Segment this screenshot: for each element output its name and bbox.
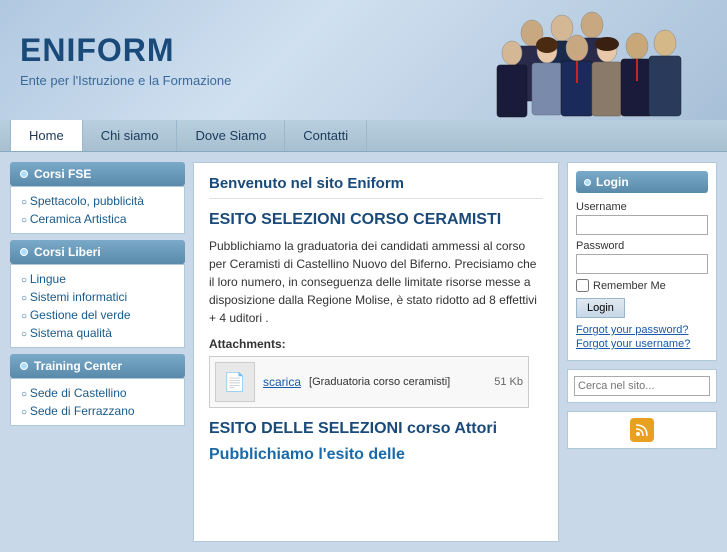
- login-box: Login Username Password Remember Me Logi…: [567, 162, 717, 361]
- attachment-icon: 📄: [215, 362, 255, 402]
- remember-label: Remember Me: [593, 280, 666, 292]
- sidebar-link[interactable]: Sede di Castellino: [21, 384, 174, 402]
- header: ENIFORM Ente per l'Istruzione e la Forma…: [0, 0, 727, 120]
- section1-text: Pubblichiamo la graduatoria dei candidat…: [209, 237, 543, 327]
- sidebar-link[interactable]: Sistema qualità: [21, 324, 174, 342]
- remember-checkbox[interactable]: [576, 279, 589, 292]
- sidebar-link[interactable]: Sistemi informatici: [21, 288, 174, 306]
- nav-item-home[interactable]: Home: [10, 120, 83, 151]
- login-header: Login: [576, 171, 708, 193]
- sidebar-links-corsi-fse: Spettacolo, pubblicitàCeramica Artistica: [10, 186, 185, 234]
- username-input[interactable]: [576, 215, 708, 235]
- sidebar-links-training-center: Sede di CastellinoSede di Ferrazzano: [10, 378, 185, 426]
- password-input[interactable]: [576, 254, 708, 274]
- attachment-download[interactable]: scarica: [263, 375, 301, 389]
- sidebar-header-corsi-liberi: Corsi Liberi: [10, 240, 185, 264]
- forgot-username-link[interactable]: Forgot your username?: [576, 338, 708, 350]
- username-label: Username: [576, 201, 708, 213]
- search-input[interactable]: [574, 376, 710, 396]
- attachment-box: 📄 scarica [Graduatoria corso ceramisti] …: [209, 356, 529, 408]
- welcome-heading: Benvenuto nel sito Eniform: [209, 175, 543, 199]
- search-box: [567, 369, 717, 403]
- login-button[interactable]: Login: [576, 298, 625, 318]
- remember-me-row: Remember Me: [576, 279, 708, 292]
- sidebar-link[interactable]: Sede di Ferrazzano: [21, 402, 174, 420]
- sidebar-link[interactable]: Lingue: [21, 270, 174, 288]
- sidebar-links-corsi-liberi: LingueSistemi informaticiGestione del ve…: [10, 264, 185, 348]
- sidebar-link[interactable]: Gestione del verde: [21, 306, 174, 324]
- header-text: ENIFORM Ente per l'Istruzione e la Forma…: [20, 32, 231, 88]
- sidebar-dot: [20, 248, 28, 256]
- sidebar-header-label: Training Center: [34, 359, 122, 373]
- nav-item-contatti[interactable]: Contatti: [285, 120, 367, 151]
- rss-box: [567, 411, 717, 449]
- section2-title: ESITO DELLE SELEZIONI corso Attori: [209, 420, 543, 438]
- login-dot: [584, 179, 591, 186]
- password-label: Password: [576, 240, 708, 252]
- sidebar-section-corsi-liberi: Corsi Liberi LingueSistemi informaticiGes…: [10, 240, 185, 348]
- attachment-name: [Graduatoria corso ceramisti]: [309, 376, 486, 388]
- nav-item-dove-siamo[interactable]: Dove Siamo: [177, 120, 285, 151]
- sidebar-header-label: Corsi FSE: [34, 167, 91, 181]
- sidebar-link[interactable]: Ceramica Artistica: [21, 210, 174, 228]
- nav-item-chi-siamo[interactable]: Chi siamo: [83, 120, 178, 151]
- right-sidebar: Login Username Password Remember Me Logi…: [567, 162, 717, 542]
- login-title: Login: [596, 175, 629, 189]
- main-layout: Corsi FSE Spettacolo, pubblicitàCeramica …: [0, 152, 727, 552]
- sidebar-dot: [20, 170, 28, 178]
- sidebar-header-corsi-fse: Corsi FSE: [10, 162, 185, 186]
- sidebar-link[interactable]: Spettacolo, pubblicità: [21, 192, 174, 210]
- site-title: ENIFORM: [20, 32, 231, 69]
- sidebar-header-training-center: Training Center: [10, 354, 185, 378]
- forgot-password-link[interactable]: Forgot your password?: [576, 324, 708, 336]
- sidebar: Corsi FSE Spettacolo, pubblicitàCeramica …: [10, 162, 185, 542]
- section1-title: ESITO SELEZIONI CORSO CERAMISTI: [209, 211, 543, 229]
- login-links: Forgot your password? Forgot your userna…: [576, 324, 708, 350]
- sidebar-dot: [20, 362, 28, 370]
- attachments-label: Attachments:: [209, 337, 543, 351]
- sidebar-section-corsi-fse: Corsi FSE Spettacolo, pubblicitàCeramica …: [10, 162, 185, 234]
- sidebar-header-label: Corsi Liberi: [34, 245, 101, 259]
- site-subtitle: Ente per l'Istruzione e la Formazione: [20, 73, 231, 88]
- sidebar-section-training-center: Training Center Sede di CastellinoSede di…: [10, 354, 185, 426]
- section3-title: Pubblichiamo l'esito delle: [209, 446, 543, 464]
- people-illustration: [492, 3, 702, 118]
- content-area: Benvenuto nel sito Eniform ESITO SELEZIO…: [193, 162, 559, 542]
- header-image: [487, 0, 707, 120]
- attachment-size: 51 Kb: [494, 376, 523, 388]
- rss-icon[interactable]: [630, 418, 654, 442]
- navigation: HomeChi siamoDove SiamoContatti: [0, 120, 727, 152]
